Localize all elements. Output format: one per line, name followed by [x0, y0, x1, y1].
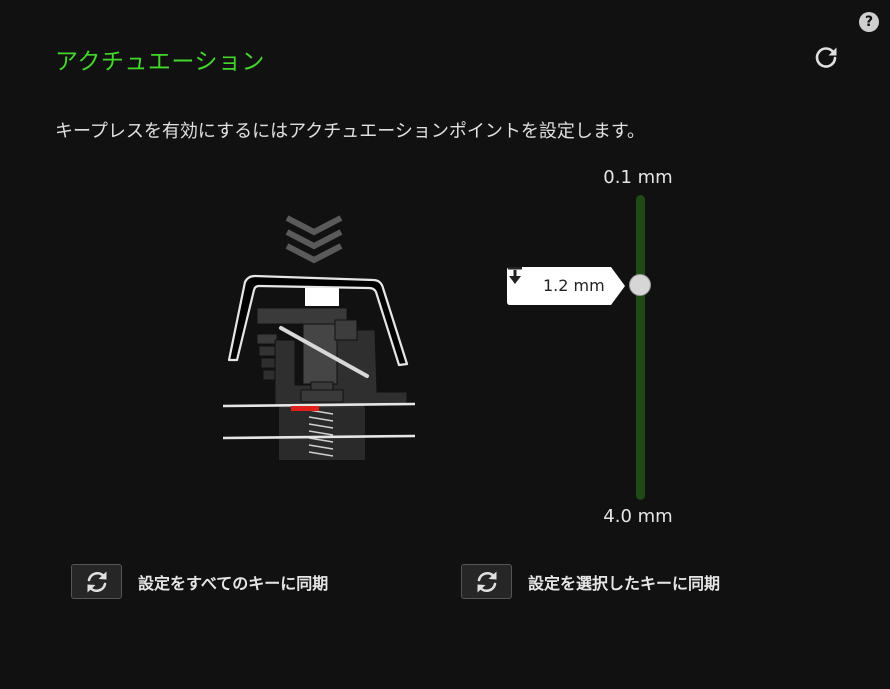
reset-icon: [815, 47, 837, 68]
actuation-panel: ? アクチュエーション キープレスを有効にするにはアクチュエーションポイントを設…: [0, 0, 890, 689]
sync-icon: [477, 571, 496, 592]
slider-min-label: 4.0 mm: [603, 506, 673, 527]
actuation-depth-icon: [508, 267, 522, 284]
key-switch-illustration: [215, 210, 425, 465]
help-button[interactable]: ?: [859, 12, 879, 32]
slider-max-label: 0.1 mm: [603, 167, 673, 188]
actuation-marker: [291, 406, 319, 411]
actuation-slider-thumb[interactable]: [629, 274, 651, 296]
sync-selected-keys-button[interactable]: 設定を選択したキーに同期: [461, 564, 720, 599]
page-title: アクチュエーション: [55, 49, 265, 75]
reset-button[interactable]: [812, 44, 840, 72]
description-text: キープレスを有効にするにはアクチュエーションポイントを設定します。: [55, 121, 646, 142]
sync-all-keys-button[interactable]: 設定をすべてのキーに同期: [71, 564, 328, 599]
sync-all-label: 設定をすべてのキーに同期: [138, 573, 329, 593]
slider-value-tooltip: 1.2 mm: [507, 267, 625, 305]
sync-icon: [87, 571, 106, 592]
sync-selected-icon-button[interactable]: [461, 564, 512, 599]
slider-value-label: 1.2 mm: [543, 276, 605, 295]
actuation-slider-track[interactable]: [636, 195, 645, 500]
press-arrows-icon: [285, 215, 343, 264]
sync-selected-label: 設定を選択したキーに同期: [528, 573, 721, 593]
sync-all-icon-button[interactable]: [71, 564, 122, 599]
